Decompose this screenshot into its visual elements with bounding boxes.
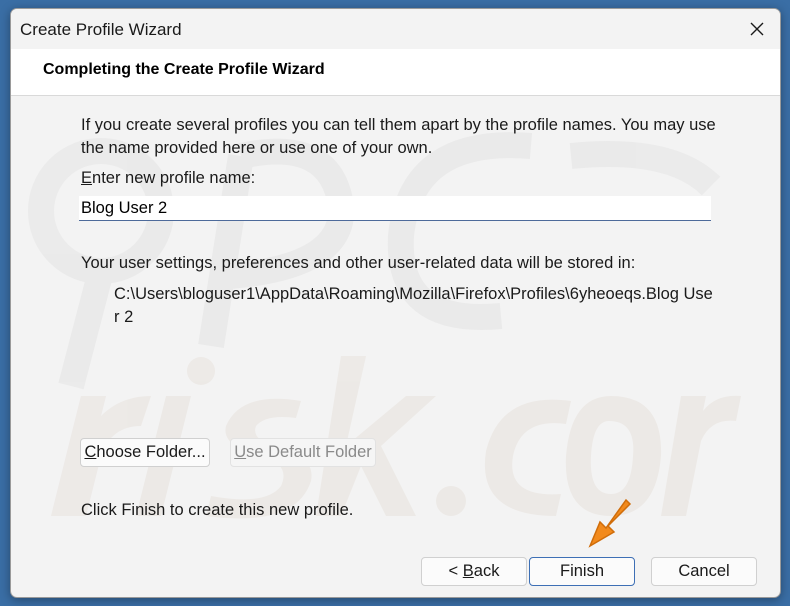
title-bar: Create Profile Wizard	[11, 9, 780, 49]
cancel-button[interactable]: Cancel	[651, 557, 757, 586]
profile-name-label: Enter new profile name:	[81, 169, 255, 188]
wizard-header: Completing the Create Profile Wizard	[11, 49, 780, 96]
back-text: ack	[473, 562, 500, 580]
finish-button[interactable]: Finish	[529, 557, 635, 586]
wizard-window: Create Profile Wizard Completing the Cre…	[10, 8, 781, 598]
window-title: Create Profile Wizard	[20, 20, 182, 39]
back-prefix: <	[448, 562, 463, 580]
back-accelerator: B	[462, 562, 474, 580]
back-button[interactable]: < Back	[421, 557, 527, 586]
use-default-text: se Default Folder	[246, 443, 372, 461]
label-text: nter new profile name:	[92, 169, 256, 187]
intro-text: If you create several profiles you can t…	[81, 116, 716, 157]
choose-folder-accelerator: C	[84, 443, 97, 461]
use-default-folder-button[interactable]: Use Default Folder	[230, 438, 376, 467]
storage-location-label: Your user settings, preferences and othe…	[81, 254, 636, 272]
choose-folder-button[interactable]: Choose Folder...	[80, 438, 210, 467]
storage-path: C:\Users\bloguser1\AppData\Roaming\Mozil…	[114, 285, 713, 326]
choose-folder-text: hoose Folder...	[96, 443, 206, 461]
profile-name-input[interactable]	[79, 196, 711, 221]
use-default-accelerator: U	[234, 443, 247, 461]
label-accelerator: E	[81, 169, 93, 187]
close-icon	[750, 22, 764, 36]
finish-hint: Click Finish to create this new profile.	[81, 501, 354, 519]
page-title: Completing the Create Profile Wizard	[43, 61, 325, 78]
close-button[interactable]	[734, 9, 780, 49]
wizard-content: If you create several profiles you can t…	[11, 96, 780, 597]
